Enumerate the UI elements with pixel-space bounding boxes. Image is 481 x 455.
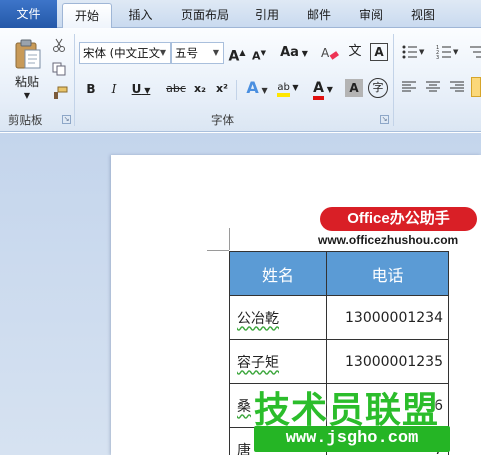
format-painter-icon[interactable]: [52, 86, 68, 100]
font-size-value: 五号: [175, 46, 198, 60]
cell-phone[interactable]: 13000001235: [326, 339, 449, 384]
chevron-down-icon: ▼: [212, 48, 220, 57]
group-separator: [393, 34, 394, 126]
font-launcher-icon[interactable]: ↘: [380, 115, 389, 124]
clipboard-group-label: 剪贴板: [8, 113, 43, 127]
font-name-select[interactable]: 宋体 (中文正文 ▼: [79, 42, 171, 64]
cell-name[interactable]: 容子矩: [229, 339, 327, 384]
multilevel-list-icon[interactable]: [468, 44, 481, 60]
chevron-down-icon: ▼: [159, 48, 167, 57]
tab-file[interactable]: 文件: [0, 0, 57, 28]
cell-phone[interactable]: 13000001234: [326, 295, 449, 340]
ribbon-tab-bar: 文件 开始 插入 页面布局 引用 邮件 审阅 视图: [0, 0, 481, 29]
bullets-icon[interactable]: ▼: [401, 44, 425, 60]
cell-name[interactable]: 公冶乾: [229, 295, 327, 340]
tab-home[interactable]: 开始: [62, 3, 112, 29]
superscript-button[interactable]: x²: [213, 79, 231, 99]
phonetic-guide-button[interactable]: 文: [344, 42, 366, 62]
character-border-button[interactable]: A: [370, 43, 388, 61]
header-name[interactable]: 姓名: [229, 251, 327, 296]
justify-button[interactable]: [471, 77, 481, 97]
svg-text:▼: ▼: [419, 48, 425, 56]
watermark-badge: Office办公助手: [320, 207, 477, 231]
ribbon: 粘贴 ▼ 剪贴板 ↘ 宋体 (中文正文 ▼ 五号 ▼ A▲ A▼ Aa ▼ A …: [0, 28, 481, 132]
table-row: 容子矩 13000001235: [229, 339, 449, 384]
font-color-button[interactable]: A ▼: [309, 78, 337, 100]
align-center-icon[interactable]: [426, 80, 440, 94]
tab-view[interactable]: 视图: [402, 3, 444, 28]
align-left-icon[interactable]: [402, 80, 416, 94]
text-effects-button[interactable]: A ▼: [243, 78, 271, 98]
cut-icon[interactable]: [52, 38, 66, 52]
grow-font-button[interactable]: A▲: [228, 43, 246, 65]
tab-review[interactable]: 审阅: [350, 3, 392, 28]
separator: [236, 80, 237, 100]
clear-format-icon[interactable]: A: [320, 43, 340, 63]
svg-text:▼: ▼: [453, 48, 459, 56]
header-phone[interactable]: 电话: [326, 251, 449, 296]
change-case-button[interactable]: Aa ▼: [280, 43, 308, 63]
clear-format-glyph: A: [321, 46, 330, 60]
strikethrough-button[interactable]: abc: [163, 79, 189, 99]
subscript-button[interactable]: x₂: [191, 79, 209, 99]
underline-button[interactable]: U ▼: [128, 79, 154, 99]
numbering-icon[interactable]: 1 2 3 ▼: [436, 44, 460, 60]
table-header-row: 姓名 电话: [229, 251, 449, 296]
shrink-font-button[interactable]: A▼: [250, 43, 268, 63]
font-name-value: 宋体 (中文正文: [83, 46, 161, 60]
watermark-url-bar: www.jsgho.com: [254, 426, 450, 452]
svg-text:3: 3: [436, 55, 439, 60]
tab-mailings[interactable]: 邮件: [298, 3, 340, 28]
paste-icon: [15, 39, 41, 69]
watermark-url: www.officezhushou.com: [318, 233, 459, 247]
font-group-label: 字体: [211, 113, 234, 127]
highlight-button[interactable]: ab ▼: [274, 78, 302, 98]
paste-dropdown-icon: ▼: [23, 91, 31, 100]
align-right-icon[interactable]: [450, 80, 464, 94]
enclose-characters-button[interactable]: 字: [368, 78, 388, 98]
group-separator: [74, 34, 75, 126]
bold-button[interactable]: B: [82, 79, 100, 99]
crop-mark: [229, 228, 230, 250]
copy-icon[interactable]: [52, 62, 66, 76]
clipboard-launcher-icon[interactable]: ↘: [62, 115, 71, 124]
italic-button[interactable]: I: [105, 79, 123, 99]
font-size-select[interactable]: 五号 ▼: [171, 42, 224, 64]
table-row: 公冶乾 13000001234: [229, 295, 449, 340]
tab-page-layout[interactable]: 页面布局: [170, 3, 240, 28]
tab-references[interactable]: 引用: [246, 3, 288, 28]
tab-insert[interactable]: 插入: [118, 3, 163, 28]
crop-mark: [207, 250, 229, 251]
character-shading-button[interactable]: A: [345, 79, 363, 97]
